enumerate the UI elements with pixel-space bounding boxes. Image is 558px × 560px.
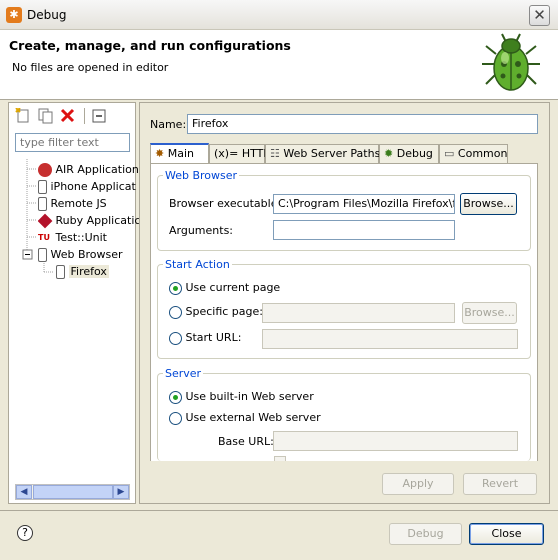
web-browser-icon: [38, 248, 47, 262]
name-label: Name:: [150, 118, 187, 131]
footer-divider: [0, 510, 558, 511]
arguments-label: Arguments:: [169, 224, 234, 237]
browser-executable-label: Browser executable:: [169, 197, 282, 210]
use-current-page-radio[interactable]: Use current page: [169, 281, 280, 295]
start-action-group-title: Start Action: [163, 258, 232, 271]
tree-item-air-application[interactable]: AIR Application: [38, 161, 139, 178]
header-title: Create, manage, and run configurations: [9, 38, 291, 53]
specific-page-browse-button[interactable]: Browse...: [462, 302, 517, 324]
tab-common[interactable]: ▭ Common: [439, 144, 508, 164]
specific-page-input[interactable]: [262, 303, 455, 323]
remote-js-icon: [38, 197, 47, 211]
web-browser-group-title: Web Browser: [163, 169, 240, 182]
specific-page-radio[interactable]: Specific page:: [169, 305, 263, 319]
firefox-config-icon: [56, 265, 65, 279]
server-group-title: Server: [163, 367, 204, 380]
air-icon: [38, 163, 52, 177]
tab-main[interactable]: ✸ Main: [150, 143, 209, 164]
base-url-label: Base URL:: [218, 435, 274, 448]
radio-selected-icon: [169, 390, 182, 404]
test-unit-icon: TU: [38, 233, 50, 242]
main-tab-icon: ✸: [155, 147, 165, 160]
toolbar-divider: [84, 108, 85, 124]
collapse-all-icon[interactable]: [90, 108, 108, 124]
header-message: No files are opened in editor: [12, 61, 169, 74]
arguments-input[interactable]: [273, 220, 455, 240]
window-title: Debug: [27, 8, 67, 22]
close-button[interactable]: Close: [469, 523, 544, 545]
clipped-checkbox[interactable]: [274, 456, 286, 461]
tree-item-iphone-application[interactable]: iPhone Applicat: [38, 178, 136, 195]
apply-button[interactable]: Apply: [382, 473, 454, 495]
radio-empty-icon: [169, 411, 182, 425]
web-server-paths-icon: ☷: [270, 147, 280, 160]
start-url-radio[interactable]: Start URL:: [169, 331, 241, 345]
close-window-button[interactable]: ✕: [529, 5, 550, 26]
bug-icon: [482, 33, 540, 91]
http-tab-icon: (x)=: [214, 147, 239, 160]
radio-empty-icon: [169, 305, 182, 319]
builtin-server-radio[interactable]: Use built-in Web server: [169, 390, 314, 404]
radio-empty-icon: [169, 331, 182, 345]
debug-tab-icon: ✹: [384, 147, 394, 160]
debug-app-icon: ✱: [6, 7, 22, 23]
base-url-input[interactable]: [273, 431, 518, 451]
debug-button[interactable]: Debug: [389, 523, 462, 545]
title-bar: [0, 0, 558, 30]
tree-item-firefox[interactable]: Firefox: [56, 263, 109, 280]
radio-selected-icon: [169, 281, 182, 295]
tree-horizontal-scrollbar[interactable]: ◀ ▶: [15, 484, 130, 500]
delete-config-icon[interactable]: [59, 108, 77, 124]
external-server-radio[interactable]: Use external Web server: [169, 411, 321, 425]
tree-item-remote-js[interactable]: Remote JS: [38, 195, 107, 212]
browser-executable-input[interactable]: C:\Program Files\Mozilla Firefox\fire: [273, 194, 455, 214]
help-icon[interactable]: ?: [17, 525, 33, 541]
browser-browse-button[interactable]: Browse...: [460, 193, 517, 215]
tab-web-server-paths[interactable]: ☷ Web Server Paths: [265, 144, 380, 164]
tab-http[interactable]: (x)= HTTP: [209, 144, 270, 164]
name-input[interactable]: Firefox: [187, 114, 538, 134]
duplicate-config-icon[interactable]: [37, 108, 55, 124]
scroll-thumb[interactable]: [33, 485, 113, 499]
scroll-right-icon[interactable]: ▶: [113, 485, 129, 499]
new-config-icon[interactable]: [14, 108, 32, 124]
tab-debug[interactable]: ✹ Debug: [379, 144, 439, 164]
ruby-icon: [38, 213, 53, 229]
iphone-icon: [38, 180, 47, 194]
tree-item-test-unit[interactable]: TU Test::Unit: [38, 229, 107, 246]
tree-item-web-browser[interactable]: Web Browser: [38, 246, 123, 263]
scroll-left-icon[interactable]: ◀: [16, 485, 32, 499]
start-url-input[interactable]: [262, 329, 518, 349]
revert-button[interactable]: Revert: [463, 473, 537, 495]
tree-item-ruby-application[interactable]: Ruby Applicatic: [38, 212, 140, 229]
common-tab-icon: ▭: [444, 147, 455, 160]
filter-input[interactable]: [15, 133, 130, 152]
